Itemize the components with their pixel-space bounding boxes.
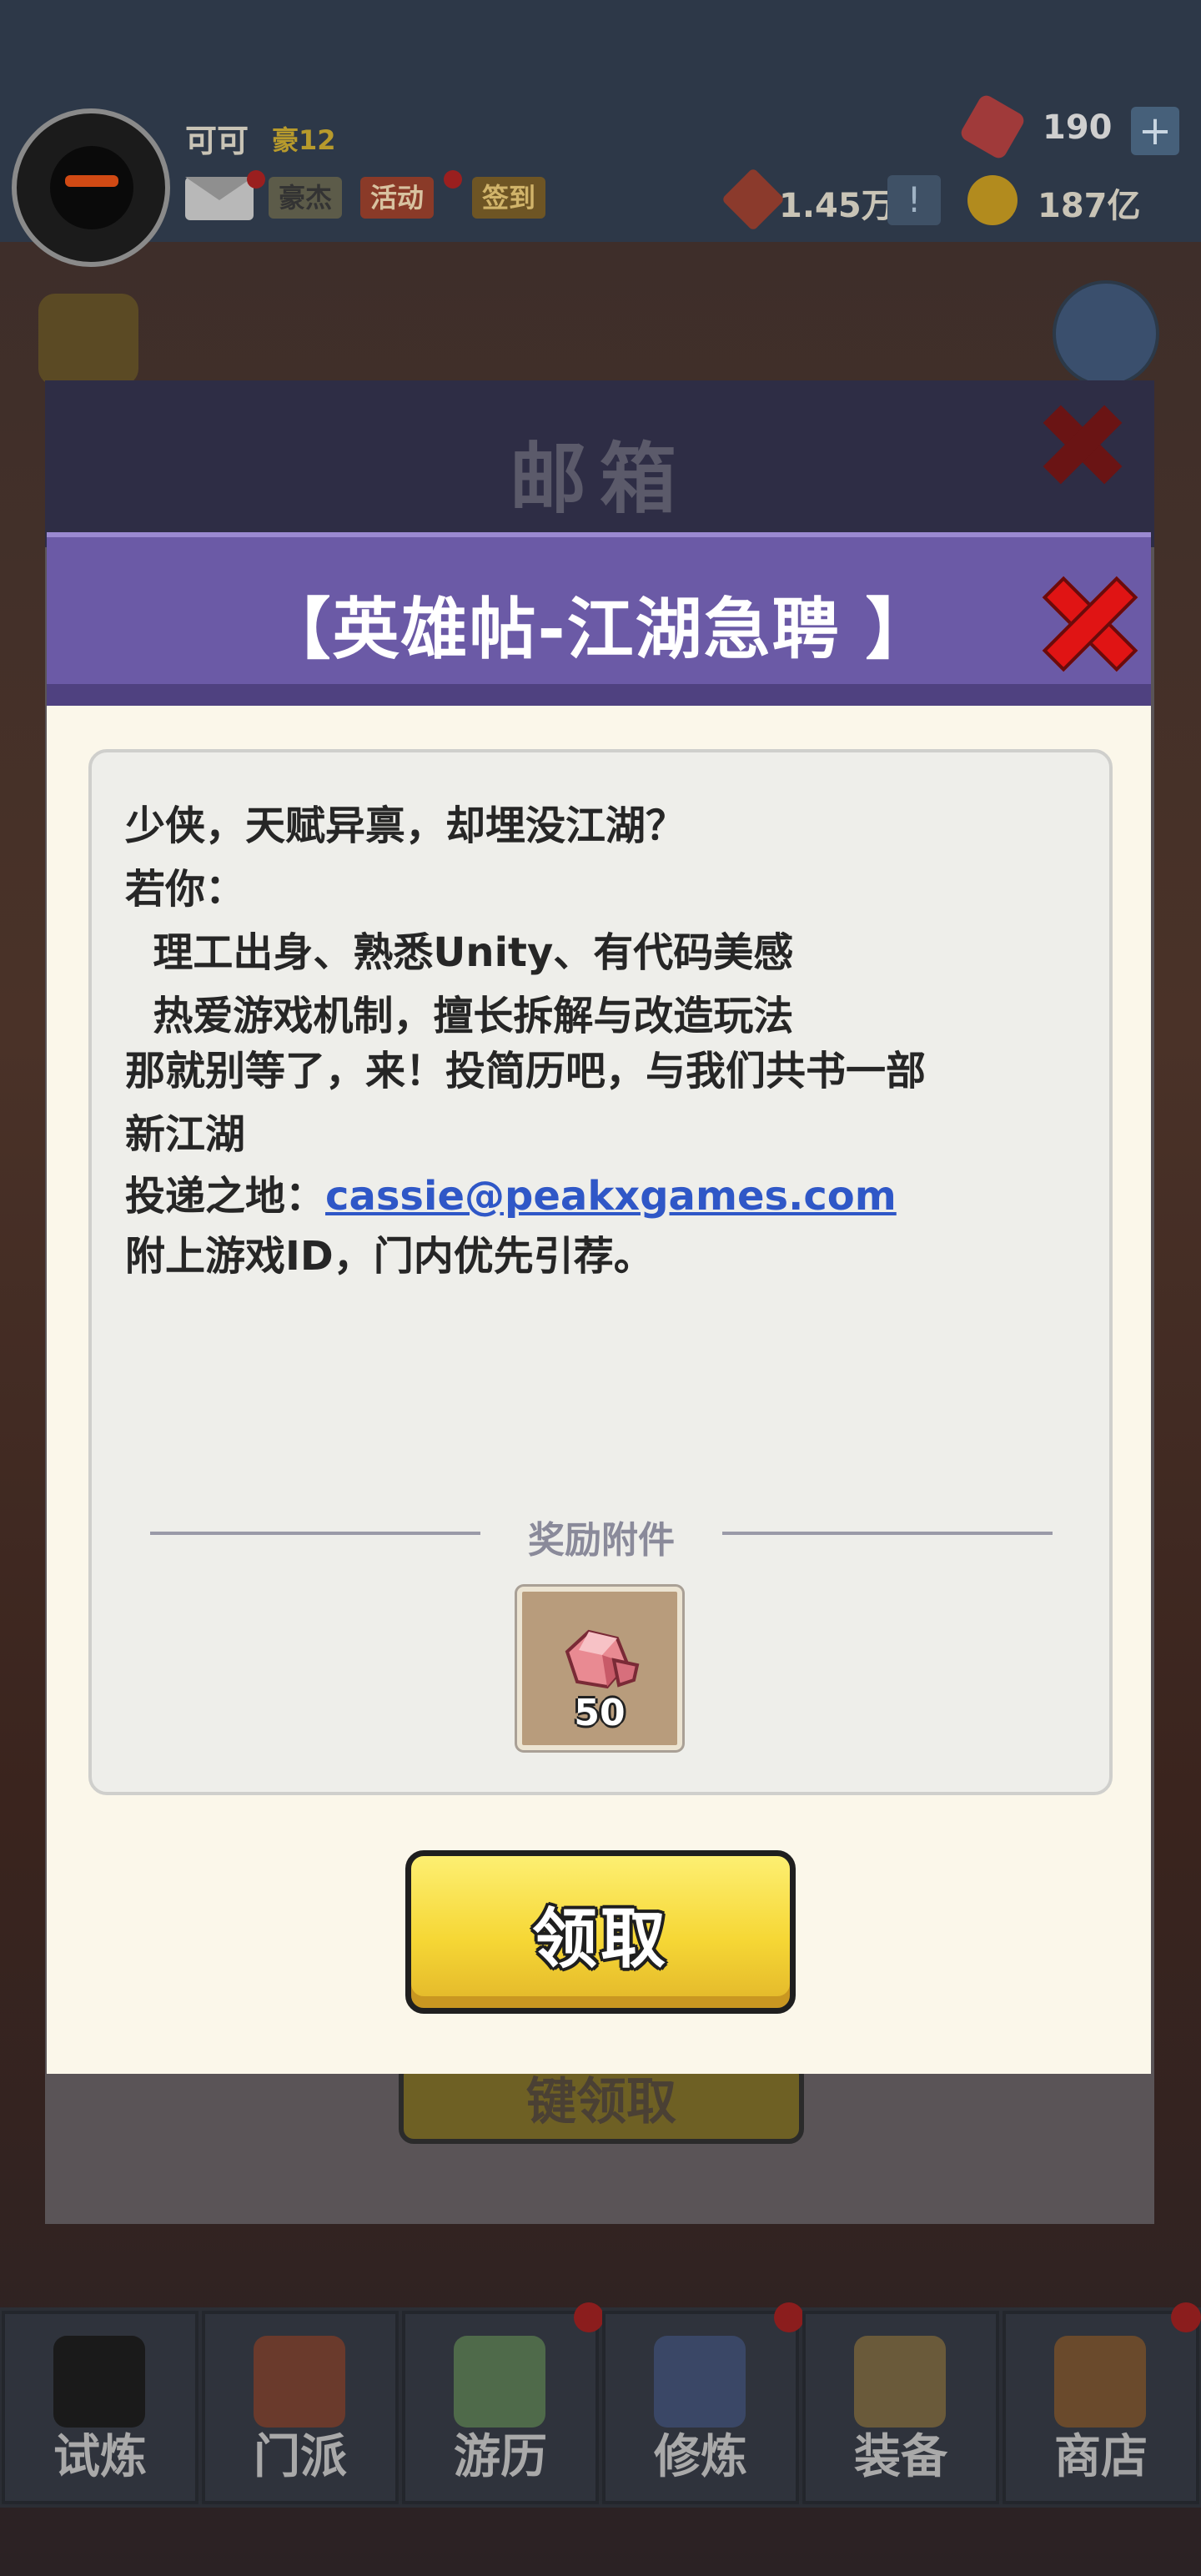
- mail-title: 【英雄帖-江湖急聘 】: [264, 591, 934, 668]
- shop-notification-dot: [1171, 2302, 1201, 2332]
- message-line-5: 那就别等了，来！投简历吧，与我们共书一部: [125, 1048, 927, 1094]
- gem-count: 190: [1043, 108, 1113, 147]
- nav-label-sect: 门派: [254, 2430, 347, 2484]
- divider-right: [722, 1532, 1053, 1535]
- message-line-2: 若你：: [125, 866, 246, 913]
- divider-left: [150, 1532, 480, 1535]
- ghost-icon[interactable]: [1053, 280, 1159, 387]
- message-line-1: 少侠，天赋异禀，却埋没江湖？: [125, 802, 686, 849]
- email-link[interactable]: cassie@peakxgames.com: [325, 1173, 897, 1220]
- event-notification-dot: [444, 170, 462, 189]
- mail-icon[interactable]: [185, 177, 254, 220]
- player-name: 可可: [185, 123, 249, 159]
- mail-notification-dot: [247, 170, 265, 189]
- coin-count: 187亿: [1038, 187, 1141, 225]
- landscape-icon: [454, 2336, 545, 2428]
- event-button[interactable]: 活动: [360, 177, 435, 219]
- cultivate-notification-dot: [774, 2302, 804, 2332]
- message-line-3: 理工出身、熟悉Unity、有代码美感: [125, 929, 794, 976]
- gem-icon: [565, 1629, 640, 1689]
- sword-icon: [854, 2336, 946, 2428]
- chest-icon[interactable]: [38, 294, 138, 385]
- nav-label-travel: 游历: [454, 2430, 547, 2484]
- temple-icon: [254, 2336, 345, 2428]
- close-button[interactable]: [1038, 571, 1143, 676]
- ninja-icon: [53, 2336, 145, 2428]
- info-button[interactable]: !: [887, 175, 941, 225]
- mail-modal-header-shade: [47, 684, 1151, 706]
- add-gems-button[interactable]: +: [1131, 107, 1179, 155]
- reward-count: 50: [574, 1692, 626, 1734]
- nav-label-cultivate: 修炼: [654, 2430, 747, 2484]
- nav-label-equipment: 装备: [854, 2430, 947, 2484]
- mailbox-title: 邮箱: [509, 435, 690, 524]
- coin-icon: [967, 175, 1018, 225]
- message-line-6: 新江湖: [125, 1111, 246, 1158]
- attachment-label: 奖励附件: [528, 1519, 675, 1562]
- sign-in-button[interactable]: 签到: [472, 177, 546, 219]
- claim-button-label: 领取: [531, 1902, 669, 1977]
- avatar-eyes: [65, 175, 118, 187]
- travel-notification-dot: [574, 2302, 604, 2332]
- message-line-7: 投递之地：cassie@peakxgames.com: [125, 1163, 897, 1221]
- shop-icon: [1054, 2336, 1146, 2428]
- delivery-label: 投递之地：: [125, 1173, 326, 1220]
- scroll-icon: [654, 2336, 746, 2428]
- message-line-8: 附上游戏ID，门内优先引荐。: [125, 1233, 654, 1280]
- player-rank: 豪12: [272, 124, 336, 156]
- message-line-4: 热爱游戏机制，擅长拆解与改造玩法: [125, 993, 794, 1039]
- nav-label-shop: 商店: [1054, 2430, 1148, 2484]
- hero-tag-button[interactable]: 豪杰: [269, 177, 343, 219]
- seal-count: 1.45万: [779, 187, 895, 225]
- avatar-face: [50, 146, 133, 229]
- nav-label-trial: 试炼: [53, 2430, 147, 2484]
